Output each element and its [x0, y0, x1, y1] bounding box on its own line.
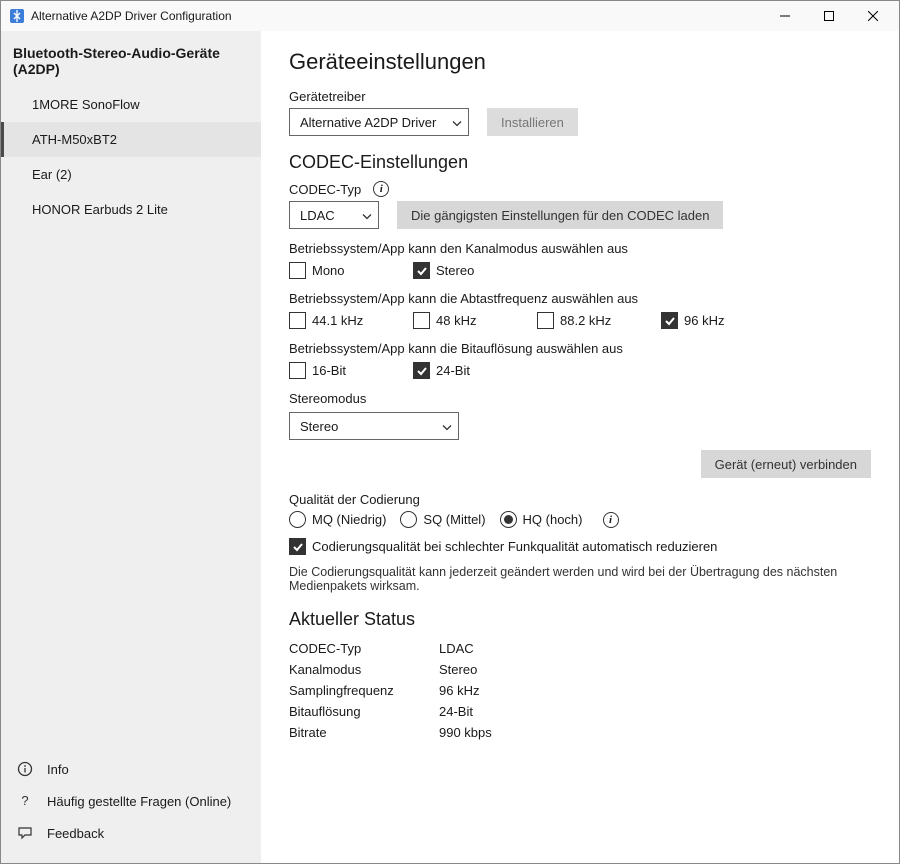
quality-label-text: MQ (Niedrig) [312, 512, 386, 527]
info-link[interactable]: Info [1, 753, 261, 785]
sample-rate-label: Betriebssystem/App kann die Abtastfreque… [289, 291, 871, 306]
device-item[interactable]: 1MORE SonoFlow [1, 87, 261, 122]
auto-reduce-checkbox[interactable]: Codierungsqualität bei schlechter Funkqu… [289, 538, 717, 555]
codec-type-value: LDAC [300, 208, 335, 223]
mono-checkbox[interactable]: Mono [289, 262, 379, 279]
status-row: Bitrate990 kbps [289, 722, 871, 743]
faq-link[interactable]: ? Häufig gestellte Fragen (Online) [1, 785, 261, 817]
device-item[interactable]: ATH-M50xBT2 [1, 122, 261, 157]
rate-96-checkbox[interactable]: 96 kHz [661, 312, 751, 329]
info-icon [17, 761, 33, 777]
auto-reduce-label: Codierungsqualität bei schlechter Funkqu… [312, 539, 717, 554]
quality-label-text: SQ (Mittel) [423, 512, 485, 527]
quality-note: Die Codierungsqualität kann jederzeit ge… [289, 565, 871, 593]
reconnect-button[interactable]: Gerät (erneut) verbinden [701, 450, 871, 478]
stereo-mode-value: Stereo [300, 419, 338, 434]
stereo-mode-select[interactable]: Stereo [289, 412, 459, 440]
status-row: KanalmodusStereo [289, 659, 871, 680]
install-button[interactable]: Installieren [487, 108, 578, 136]
status-title: Aktueller Status [289, 609, 871, 630]
quality-sq-radio[interactable]: SQ (Mittel) [400, 511, 485, 528]
stereo-mode-label: Stereomodus [289, 391, 871, 406]
main-panel: Geräteeinstellungen Gerätetreiber Altern… [261, 31, 899, 863]
driver-label: Gerätetreiber [289, 89, 871, 104]
chevron-down-icon [362, 208, 372, 223]
driver-select-value: Alternative A2DP Driver [300, 115, 436, 130]
stereo-checkbox[interactable]: Stereo [413, 262, 503, 279]
bit-label: 24-Bit [436, 363, 470, 378]
load-codec-defaults-button[interactable]: Die gängigsten Einstellungen für den COD… [397, 201, 723, 229]
status-row: Samplingfrequenz96 kHz [289, 680, 871, 701]
quality-mq-radio[interactable]: MQ (Niedrig) [289, 511, 386, 528]
device-list: 1MORE SonoFlow ATH-M50xBT2 Ear (2) HONOR… [1, 87, 261, 227]
device-item[interactable]: HONOR Earbuds 2 Lite [1, 192, 261, 227]
info-label: Info [47, 762, 69, 777]
stereo-label: Stereo [436, 263, 474, 278]
info-icon[interactable]: i [603, 512, 619, 528]
sidebar: Bluetooth-Stereo-Audio-Geräte (A2DP) 1MO… [1, 31, 261, 863]
bit-depth-label: Betriebssystem/App kann die Bitauflösung… [289, 341, 871, 356]
rate-label: 96 kHz [684, 313, 724, 328]
codec-type-label: CODEC-Typ [289, 182, 361, 197]
driver-select[interactable]: Alternative A2DP Driver [289, 108, 469, 136]
help-icon: ? [17, 793, 33, 809]
rate-48-checkbox[interactable]: 48 kHz [413, 312, 503, 329]
bit24-checkbox[interactable]: 24-Bit [413, 362, 503, 379]
quality-hq-radio[interactable]: HQ (hoch) [500, 511, 583, 528]
status-row: Bitauflösung24-Bit [289, 701, 871, 722]
titlebar: Alternative A2DP Driver Configuration [1, 1, 899, 31]
page-title: Geräteeinstellungen [289, 49, 871, 75]
status-row: CODEC-TypLDAC [289, 638, 871, 659]
svg-text:?: ? [21, 793, 28, 808]
minimize-button[interactable] [763, 1, 807, 31]
codec-type-select[interactable]: LDAC [289, 201, 379, 229]
quality-label-text: HQ (hoch) [523, 512, 583, 527]
faq-label: Häufig gestellte Fragen (Online) [47, 794, 231, 809]
close-button[interactable] [851, 1, 895, 31]
chevron-down-icon [442, 419, 452, 434]
rate-label: 48 kHz [436, 313, 476, 328]
mono-label: Mono [312, 263, 345, 278]
rate-44-checkbox[interactable]: 44.1 kHz [289, 312, 379, 329]
status-table: CODEC-TypLDAC KanalmodusStereo Samplingf… [289, 638, 871, 743]
feedback-label: Feedback [47, 826, 104, 841]
feedback-link[interactable]: Feedback [1, 817, 261, 849]
sidebar-header: Bluetooth-Stereo-Audio-Geräte (A2DP) [1, 31, 261, 87]
chevron-down-icon [452, 115, 462, 130]
codec-settings-title: CODEC-Einstellungen [289, 152, 871, 173]
window-title: Alternative A2DP Driver Configuration [31, 9, 232, 23]
channel-mode-label: Betriebssystem/App kann den Kanalmodus a… [289, 241, 871, 256]
rate-88-checkbox[interactable]: 88.2 kHz [537, 312, 627, 329]
quality-label: Qualität der Codierung [289, 492, 871, 507]
maximize-button[interactable] [807, 1, 851, 31]
bit16-checkbox[interactable]: 16-Bit [289, 362, 379, 379]
bit-label: 16-Bit [312, 363, 346, 378]
rate-label: 88.2 kHz [560, 313, 611, 328]
device-item[interactable]: Ear (2) [1, 157, 261, 192]
rate-label: 44.1 kHz [312, 313, 363, 328]
info-icon[interactable]: i [373, 181, 389, 197]
feedback-icon [17, 825, 33, 841]
app-icon [9, 8, 25, 24]
